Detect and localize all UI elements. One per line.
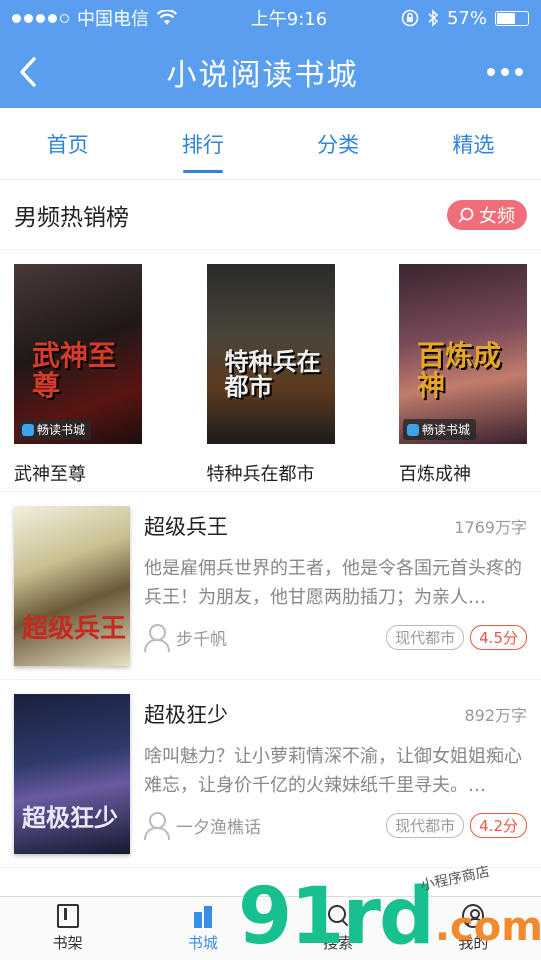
bookstore-icon: [192, 904, 214, 928]
nav-label: 书架: [52, 934, 83, 952]
nav-label: 搜索: [323, 934, 354, 952]
back-icon[interactable]: [18, 56, 38, 88]
nav-search[interactable]: 搜索: [271, 897, 406, 960]
top-book-3[interactable]: 百炼成神 畅读书城 百炼成神: [399, 264, 527, 491]
page-title: 小说阅读书城: [166, 58, 359, 93]
user-icon: [462, 904, 485, 928]
list-item-body: 超级兵王 1769万字 他是雇佣兵世界的王者，他是令各国元首头疼的兵王！为朋友，…: [144, 506, 527, 679]
list-item[interactable]: 超级兵王 超级兵王 1769万字 他是雇佣兵世界的王者，他是令各国元首头疼的兵王…: [0, 492, 541, 680]
status-bar: 中国电信 上午9:16 57%: [0, 0, 541, 36]
nav-label: 我的: [458, 934, 489, 952]
book-title[interactable]: 超极狂少: [144, 699, 228, 729]
search-icon: [327, 904, 349, 928]
cover-badge: 畅读书城: [18, 419, 92, 440]
bookshelf-icon: [56, 904, 79, 928]
user-icon: [144, 624, 170, 652]
wifi-icon: [157, 10, 177, 25]
section-header: 男频热销榜 女频: [0, 180, 541, 250]
app-logo-icon: [407, 423, 419, 436]
switch-female-button[interactable]: 女频: [447, 199, 527, 230]
book-cover[interactable]: 超级兵王: [14, 506, 130, 666]
author-name: 一夕渔樵话: [176, 817, 261, 838]
author-name: 步千帆: [176, 629, 227, 650]
genre-tag: 现代都市: [386, 624, 465, 650]
book-cover[interactable]: 特种兵在都市: [206, 264, 335, 444]
user-icon: [144, 812, 170, 840]
switch-icon: [458, 207, 474, 223]
cover-title: 武神至尊: [32, 339, 117, 402]
tab-bar: 首页 排行 分类 精选: [0, 108, 541, 180]
switch-label: 女频: [479, 205, 515, 227]
battery-percent: 57%: [446, 7, 487, 29]
battery-icon: [495, 10, 529, 26]
bottom-nav: 书架 书城 搜索 我的: [0, 896, 541, 960]
title-bar: 小说阅读书城: [0, 36, 541, 108]
nav-mine[interactable]: 我的: [406, 897, 541, 960]
book-cover[interactable]: 超极狂少: [14, 694, 130, 854]
book-name[interactable]: 特种兵在都市: [207, 460, 335, 486]
book-name[interactable]: 百炼成神: [399, 460, 527, 486]
tab-ranking[interactable]: 排行: [135, 129, 270, 173]
nav-bookstore[interactable]: 书城: [135, 897, 270, 960]
book-description: 他是雇佣兵世界的王者，他是令各国元首头疼的兵王！为朋友，他甘愿两肋插刀；为亲人…: [144, 558, 522, 608]
section-title: 男频热销榜: [14, 204, 129, 231]
tab-featured[interactable]: 精选: [406, 129, 541, 159]
genre-tag: 现代都市: [386, 812, 465, 838]
carrier-label: 中国电信: [77, 9, 149, 30]
nav-label: 书城: [187, 934, 218, 952]
book-description: 啥叫魅力？让小萝莉情深不渝，让御女姐姐痴心难忘，让身价千亿的火辣妹纸千里寻夫。…: [144, 746, 522, 796]
status-left: 中国电信: [12, 5, 177, 31]
tab-category[interactable]: 分类: [271, 129, 406, 159]
status-time: 上午9:16: [250, 9, 328, 30]
cover-title: 百炼成神: [417, 339, 502, 402]
author: 一夕渔樵话: [144, 812, 261, 840]
book-name[interactable]: 武神至尊: [14, 460, 142, 486]
status-right: 57%: [401, 8, 529, 29]
cover-title: 超级兵王: [22, 614, 127, 644]
word-count: 892万字: [464, 706, 527, 725]
more-icon[interactable]: [487, 68, 523, 76]
list-item[interactable]: 超极狂少 超极狂少 892万字 啥叫魅力？让小萝莉情深不渝，让御女姐姐痴心难忘，…: [0, 680, 541, 868]
author: 步千帆: [144, 624, 227, 652]
top-books: 武神至尊 畅读书城 武神至尊 特种兵在都市 特种兵在都市 百炼成神 畅读书城 百…: [0, 250, 541, 492]
cover-title: 超极狂少: [22, 804, 118, 832]
cover-badge: 畅读书城: [403, 419, 477, 440]
score-badge: 4.5分: [470, 624, 527, 650]
book-cover[interactable]: 武神至尊 畅读书城: [14, 264, 142, 444]
signal-icon: [12, 13, 69, 23]
book-cover[interactable]: 百炼成神 畅读书城: [399, 264, 527, 444]
top-book-1[interactable]: 武神至尊 畅读书城 武神至尊: [14, 264, 142, 491]
word-count: 1769万字: [454, 518, 527, 537]
cover-title: 特种兵在都市: [224, 347, 321, 401]
bluetooth-icon: [428, 9, 439, 27]
list-item-body: 超极狂少 892万字 啥叫魅力？让小萝莉情深不渝，让御女姐姐痴心难忘，让身价千亿…: [144, 694, 527, 867]
nav-bookshelf[interactable]: 书架: [0, 897, 135, 960]
book-title[interactable]: 超级兵王: [144, 511, 228, 541]
battery-level: [497, 12, 516, 24]
app-logo-icon: [22, 423, 34, 436]
score-badge: 4.2分: [470, 812, 527, 838]
orientation-lock-icon: [401, 9, 419, 27]
tab-home[interactable]: 首页: [0, 129, 135, 159]
top-book-2[interactable]: 特种兵在都市 特种兵在都市: [206, 264, 335, 491]
